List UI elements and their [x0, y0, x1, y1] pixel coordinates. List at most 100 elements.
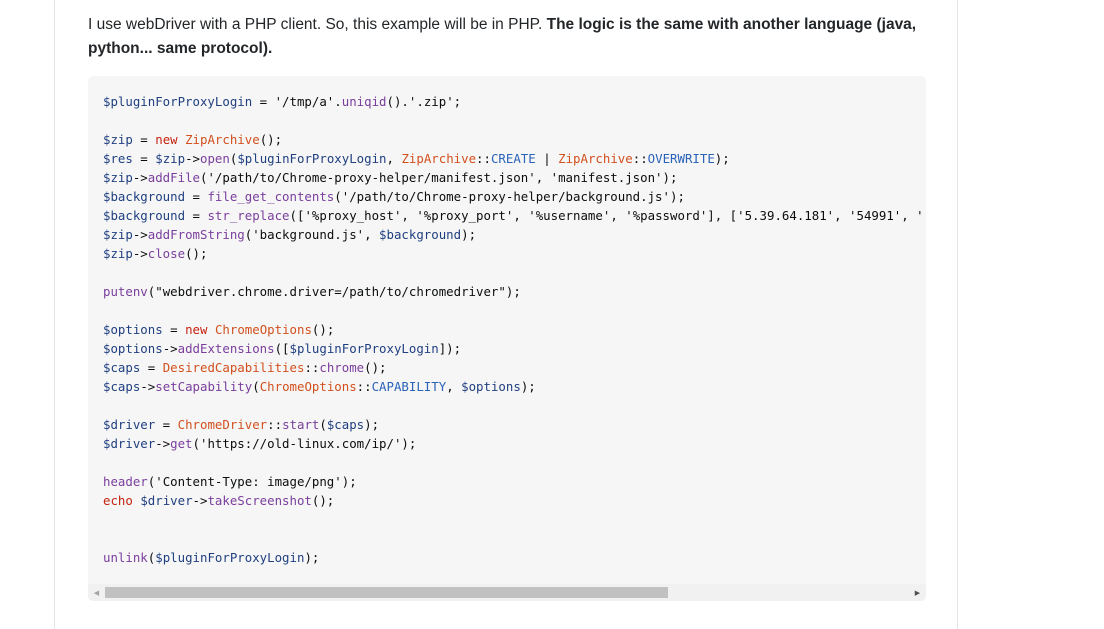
code-token-op: );	[304, 550, 320, 565]
code-token-fn: close	[147, 246, 186, 261]
code-line: echo $driver->takeScreenshot();	[103, 491, 926, 510]
code-token-var: $driver	[103, 417, 156, 432]
code-token-var: $background	[103, 208, 186, 223]
code-token-var: $pluginForProxyLogin	[289, 341, 439, 356]
scroll-right-arrow-icon[interactable]: ▶	[909, 584, 926, 601]
code-token-str: '/tmp/a'	[274, 94, 335, 109]
code-token-fn: addExtensions	[177, 341, 275, 356]
code-token-op: ,	[834, 208, 850, 223]
code-token-fn: setCapability	[155, 379, 253, 394]
code-token-op: ([	[274, 341, 290, 356]
code-line: $zip->close();	[103, 244, 926, 263]
code-token-op: ::	[476, 151, 491, 166]
code-token-op: ->	[132, 227, 148, 242]
code-token-op: ().	[386, 94, 409, 109]
code-token-str: 'Content-Type: image/png'	[155, 474, 342, 489]
code-token-op: ,	[535, 170, 551, 185]
code-scroll-area[interactable]: $pluginForProxyLogin = '/tmp/a'.uniqid()…	[88, 76, 926, 584]
code-token-str: '%username'	[528, 208, 611, 223]
code-token-var: $caps	[326, 417, 365, 432]
code-token-op: ->	[155, 436, 171, 451]
code-token-var: $options	[461, 379, 521, 394]
code-token-var: $background	[379, 227, 462, 242]
code-token-const: CAPABILITY	[371, 379, 447, 394]
code-token-op: );	[364, 417, 380, 432]
code-token-op: ]);	[438, 341, 462, 356]
code-line: header('Content-Type: image/png');	[103, 472, 926, 491]
horizontal-scrollbar[interactable]: ◀ ▶	[88, 584, 926, 601]
code-token-str: '54991'	[849, 208, 902, 223]
code-token-op: (	[319, 417, 327, 432]
code-token-cls: ChromeDriver	[177, 417, 268, 432]
code-token-fn: get	[170, 436, 193, 451]
code-line: $zip->addFile('/path/to/Chrome-proxy-hel…	[103, 168, 926, 187]
code-token-op: ,	[513, 208, 529, 223]
code-token-var: $driver	[103, 436, 156, 451]
code-token-var: $zip	[103, 246, 133, 261]
code-token-op: .	[334, 94, 342, 109]
code-token-op: ,	[386, 151, 402, 166]
code-token-cls: ZipArchive	[558, 151, 633, 166]
code-line: $background = str_replace(['%proxy_host'…	[103, 206, 926, 225]
code-token-op: );	[520, 379, 536, 394]
code-token-str: '%proxy_port'	[416, 208, 514, 223]
code-token-op: =	[132, 132, 156, 147]
code-token-cls: ChromeOptions	[259, 379, 357, 394]
code-line: $options->addExtensions([$pluginForProxy…	[103, 339, 926, 358]
code-line: $driver = ChromeDriver::start($caps);	[103, 415, 926, 434]
code-token-op: , '	[901, 208, 924, 223]
code-line: unlink($pluginForProxyLogin);	[103, 548, 926, 567]
code-token-op: =	[252, 94, 275, 109]
code-token-str: '/path/to/Chrome-proxy-helper/background…	[341, 189, 670, 204]
code-token-var: $caps	[103, 360, 141, 375]
code-token-var: $background	[103, 189, 186, 204]
code-line: $caps->setCapability(ChromeOptions::CAPA…	[103, 377, 926, 396]
code-token-var: $zip	[103, 132, 133, 147]
code-token-op: );	[662, 170, 678, 185]
code-line: $caps = DesiredCapabilities::chrome();	[103, 358, 926, 377]
code-token-fn: chrome	[319, 360, 365, 375]
code-line: $driver->get('https://old-linux.com/ip/'…	[103, 434, 926, 453]
code-token-kw: echo	[103, 493, 133, 508]
code-token-op: ->	[132, 246, 148, 261]
code-token-cls: ChromeOptions	[214, 322, 312, 337]
code-token-op: ();	[259, 132, 283, 147]
code-token-op: ();	[311, 322, 335, 337]
scroll-left-arrow-icon[interactable]: ◀	[88, 584, 105, 601]
code-line: $pluginForProxyLogin = '/tmp/a'.uniqid()…	[103, 92, 926, 111]
code-block: $pluginForProxyLogin = '/tmp/a'.uniqid()…	[88, 76, 926, 601]
code-token-op: =	[162, 322, 186, 337]
code-line: putenv("webdriver.chrome.driver=/path/to…	[103, 282, 926, 301]
code-token-op: ([	[289, 208, 305, 223]
code-token-op: );	[669, 189, 685, 204]
code-token-var: $zip	[103, 227, 133, 242]
code-token-op: (	[252, 379, 260, 394]
code-token-fn: takeScreenshot	[207, 493, 312, 508]
code-token-fn: unlink	[103, 550, 148, 565]
code-token-op: =	[132, 151, 156, 166]
code-token-op: );	[505, 284, 521, 299]
code-token-var: $zip	[103, 170, 133, 185]
code-token-fn: open	[200, 151, 230, 166]
code-token-op: ->	[132, 170, 148, 185]
code-token-op: ,	[446, 379, 462, 394]
code-token-var: $caps	[103, 379, 141, 394]
code-token-op: );	[341, 474, 357, 489]
code-token-op: =	[185, 208, 208, 223]
answer-intro-text: I use webDriver with a PHP client. So, t…	[88, 13, 938, 61]
code-token-op: =	[140, 360, 163, 375]
code-token-str: '/path/to/Chrome-proxy-helper/manifest.j…	[207, 170, 536, 185]
code-token-str: '%password'	[625, 208, 708, 223]
code-token-cls: ZipArchive	[401, 151, 477, 166]
code-token-var: $driver	[140, 493, 193, 508]
code-token-fn: header	[103, 474, 148, 489]
code-token-op: ();	[311, 493, 335, 508]
code-token-op: );	[461, 227, 477, 242]
code-token-fn: start	[282, 417, 320, 432]
scrollbar-thumb[interactable]	[105, 587, 668, 598]
